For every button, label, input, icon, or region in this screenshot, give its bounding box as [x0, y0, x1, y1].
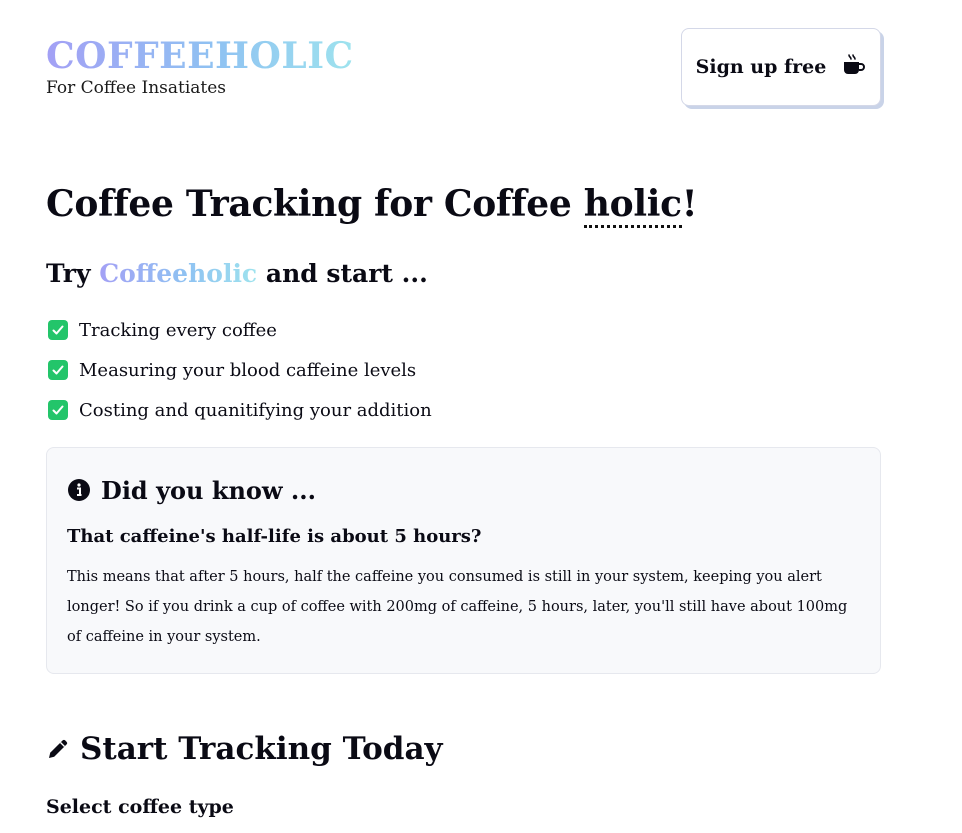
- check-square-icon: [48, 400, 68, 420]
- feature-label: Measuring your blood caffeine levels: [79, 359, 417, 381]
- hero-title-prefix: Coffee Tracking for Coffee: [46, 183, 584, 225]
- did-you-know-question: That caffeine's half-life is about 5 hou…: [67, 526, 482, 547]
- feature-item: Tracking every coffee: [48, 316, 432, 344]
- try-brand: Coffeeholic: [99, 259, 258, 288]
- check-square-icon: [48, 320, 68, 340]
- select-coffee-type-label: Select coffee type: [46, 796, 234, 818]
- hero-title-suffix: !: [681, 183, 698, 225]
- signup-button-label: Sign up free: [695, 56, 827, 78]
- did-you-know-heading-text: Did you know ...: [101, 475, 316, 505]
- hero-title: Coffee Tracking for Coffee holic!: [46, 180, 698, 228]
- did-you-know-body: This means that after 5 hours, half the …: [67, 569, 848, 645]
- signup-button[interactable]: Sign up free: [681, 28, 881, 106]
- brand-tagline: For Coffee Insatiates: [46, 78, 227, 98]
- pencil-icon: [49, 739, 68, 758]
- start-tracking-heading: Start Tracking Today: [46, 728, 443, 770]
- hero-title-emphasis: holic: [583, 183, 682, 228]
- try-suffix: and start ...: [257, 259, 428, 288]
- feature-label: Tracking every coffee: [79, 319, 277, 341]
- did-you-know-heading: Did you know ...: [67, 474, 860, 506]
- feature-item: Measuring your blood caffeine levels: [48, 356, 432, 384]
- did-you-know-card: Did you know ... That caffeine's half-li…: [46, 447, 881, 674]
- feature-item: Costing and quanitifying your addition: [48, 396, 432, 424]
- brand: COFFEEHOLIC For Coffee Insatiates: [46, 34, 354, 98]
- info-circle-icon: [68, 479, 90, 501]
- brand-title: COFFEEHOLIC: [46, 35, 354, 77]
- try-prefix: Try: [46, 259, 100, 288]
- feature-list: Tracking every coffee Measuring your blo…: [48, 316, 432, 436]
- try-subtitle: Try Coffeeholic and start ...: [46, 256, 428, 292]
- mug-hot-icon: [842, 53, 866, 81]
- check-square-icon: [48, 360, 68, 380]
- feature-label: Costing and quanitifying your addition: [79, 399, 432, 421]
- start-tracking-text: Start Tracking Today: [80, 731, 443, 767]
